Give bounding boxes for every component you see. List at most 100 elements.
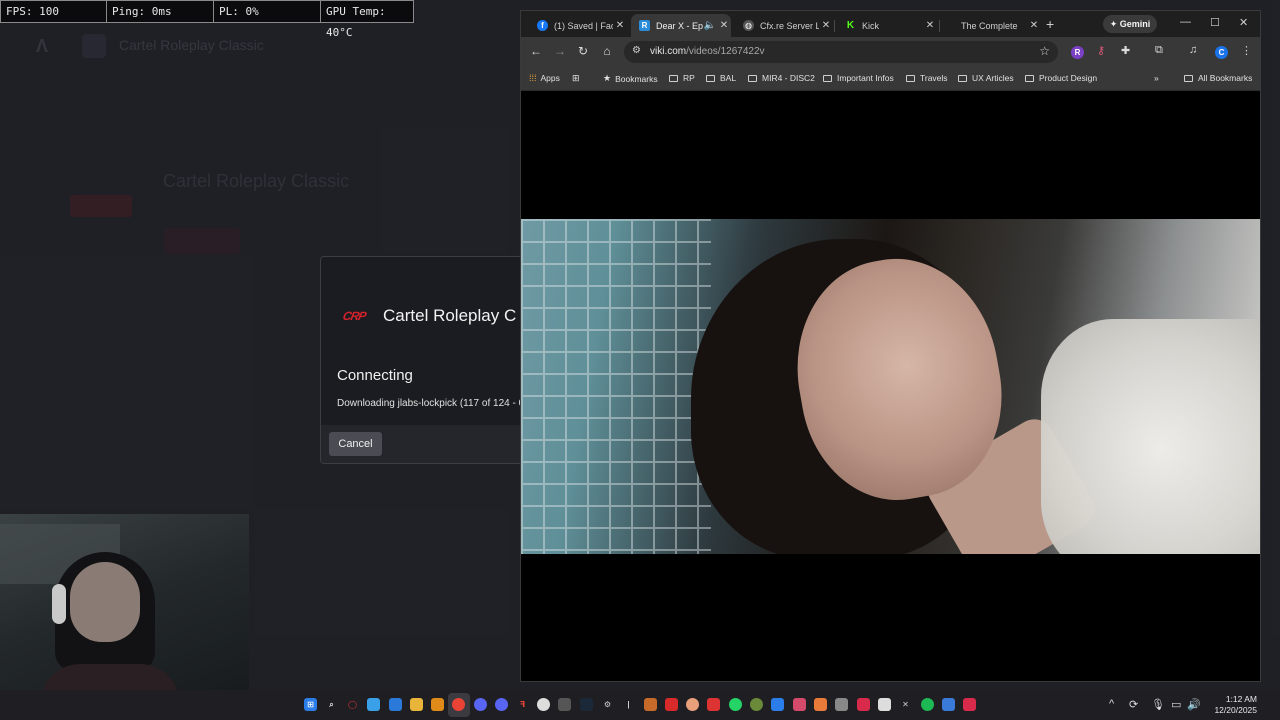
bookmark-label: BAL [720, 73, 737, 83]
bookmarks-overflow-icon[interactable]: » [1154, 73, 1159, 83]
app-pdf-icon[interactable] [644, 698, 657, 711]
extension-r-icon[interactable]: R [1071, 46, 1084, 59]
folder-icon [958, 74, 967, 82]
app-peach-icon[interactable] [686, 698, 699, 711]
app-game-icon[interactable] [707, 698, 720, 711]
sync-icon[interactable]: ⟳ [1129, 698, 1138, 711]
all-bookmarks[interactable]: All Bookmarks [1184, 73, 1252, 83]
bookmarks-bar: ⁞⁞⁞ Apps ⊞ ★ Bookmarks RP BAL MIR4 - DISC2… [521, 67, 1260, 91]
microphone-icon[interactable]: 🎙 [1151, 698, 1165, 711]
app-white-icon[interactable] [878, 698, 891, 711]
media-control-icon[interactable]: ♫ [1189, 44, 1197, 56]
app-check-icon[interactable] [963, 698, 976, 711]
site-info-icon[interactable]: ⚙ [632, 45, 641, 56]
close-tab-icon[interactable]: ✕ [1027, 20, 1041, 31]
grid-icon: ⊞ [572, 73, 580, 83]
discord-icon[interactable] [474, 698, 487, 711]
bookmark-star-icon[interactable]: ☆ [1039, 44, 1050, 58]
tab-cfx[interactable]: ◍ Cfx.re Server Li ✕ [735, 14, 833, 37]
address-bar[interactable]: ⚙ viki.com/videos/1267422v ☆ [624, 41, 1058, 63]
video-player[interactable] [521, 91, 1260, 681]
capcut-icon[interactable] [558, 698, 571, 711]
close-tab-icon[interactable]: ✕ [613, 20, 627, 31]
gemini-button[interactable]: ✦ Gemini [1103, 15, 1157, 33]
performance-overlay: FPS: 100 Ping: 0ms PL: 0% GPU Temp: 40°C [0, 0, 414, 39]
app-bar-icon[interactable]: | [622, 698, 635, 711]
close-window-icon[interactable]: ✕ [1239, 16, 1248, 29]
url-path: /videos/1267422v [686, 46, 765, 57]
profile-avatar[interactable]: C [1215, 46, 1228, 59]
app-doc-icon[interactable] [835, 698, 848, 711]
bookmark-rp[interactable]: RP [669, 73, 695, 83]
home-icon[interactable]: ⌂ [599, 44, 615, 58]
discord-ptb-icon[interactable] [495, 698, 508, 711]
network-icon[interactable]: ▭ [1171, 698, 1181, 711]
dialog-title: Cartel Roleplay C [383, 306, 517, 325]
tab-title: Cfx.re Server Li [760, 20, 819, 31]
search-icon[interactable]: ⌕ [325, 698, 338, 711]
new-tab-icon[interactable]: + [1046, 16, 1054, 32]
bookmark-travels[interactable]: Travels [906, 73, 948, 83]
file-explorer-icon[interactable] [410, 698, 423, 711]
fivem-icon[interactable]: ꟻ [516, 698, 529, 711]
bookmark-label: Apps [540, 73, 560, 83]
app-a-icon[interactable] [857, 698, 870, 711]
tab-facebook[interactable]: f (1) Saved | Face ✕ [529, 14, 627, 37]
spotify-icon[interactable] [921, 698, 934, 711]
bookmark-apps[interactable]: ⁞⁞⁞ Apps [529, 73, 560, 83]
tab-kick[interactable]: K Kick ✕ [837, 14, 937, 37]
tab-viki[interactable]: R Dear X - Ep 🔈 ✕ [631, 14, 731, 37]
speaker-icon[interactable]: 🔈 [703, 20, 717, 31]
tab-search-icon[interactable]: ⧉ [1155, 44, 1163, 57]
app-red-icon[interactable]: ◯ [346, 698, 359, 711]
apps-grid-icon: ⁞⁞⁞ [529, 73, 537, 83]
bookmark-label: MIR4 - DISC2 [762, 73, 815, 83]
reload-icon[interactable]: ↻ [575, 44, 591, 58]
steam-icon[interactable] [580, 698, 593, 711]
video-frame[interactable] [521, 219, 1260, 554]
tab-complete[interactable]: The Complete ✕ [943, 14, 1041, 37]
tab-separator [834, 20, 835, 32]
start-icon[interactable]: ⊞ [304, 698, 317, 711]
app-blue-icon[interactable] [389, 698, 402, 711]
bookmark-label: Travels [920, 73, 948, 83]
extension-key-icon[interactable]: ⚷ [1097, 44, 1105, 57]
app-x-icon[interactable]: ✕ [899, 698, 912, 711]
extensions-puzzle-icon[interactable]: ✚ [1121, 44, 1130, 57]
tab-groups-icon[interactable]: ⊞ [572, 73, 584, 84]
close-tab-icon[interactable]: ✕ [923, 20, 937, 31]
bookmark-bal[interactable]: BAL [706, 73, 736, 83]
app-red2-icon[interactable] [665, 698, 678, 711]
tab-title: Kick [862, 20, 880, 31]
system-clock[interactable]: 1:12 AM 12/20/2025 [1205, 694, 1257, 716]
back-icon[interactable]: ← [528, 44, 544, 58]
close-tab-icon[interactable]: ✕ [819, 20, 833, 31]
vscode-icon[interactable] [771, 698, 784, 711]
tray-overflow-icon[interactable]: ^ [1109, 698, 1114, 710]
app-window-icon[interactable] [942, 698, 955, 711]
bookmark-bookmarks[interactable]: ★ Bookmarks [603, 73, 658, 84]
app-bandage-icon[interactable] [814, 698, 827, 711]
chrome-icon[interactable] [452, 698, 465, 711]
obs-icon[interactable] [537, 698, 550, 711]
app-gear-icon[interactable]: ⚙ [601, 698, 614, 711]
bookmark-label: Bookmarks [615, 73, 658, 84]
minimize-icon[interactable]: — [1180, 16, 1191, 28]
app-green-icon[interactable] [750, 698, 763, 711]
tab-title: The Complete [961, 20, 1018, 31]
copilot-icon[interactable] [367, 698, 380, 711]
bookmark-mir4[interactable]: MIR4 - DISC2 [748, 73, 815, 83]
bookmark-ux-articles[interactable]: UX Articles [958, 73, 1014, 83]
app-orange-icon[interactable] [431, 698, 444, 711]
close-tab-icon[interactable]: ✕ [717, 20, 731, 31]
volume-icon[interactable]: 🔊 [1187, 698, 1201, 711]
cancel-button[interactable]: Cancel [329, 432, 382, 456]
bookmark-product-design[interactable]: Product Design [1025, 73, 1097, 83]
menu-kebab-icon[interactable]: ⋮ [1241, 44, 1252, 57]
maximize-icon[interactable]: ☐ [1210, 16, 1220, 29]
ping-readout: Ping: 0ms [107, 1, 214, 22]
whatsapp-icon[interactable] [729, 698, 742, 711]
forward-icon[interactable]: → [552, 44, 568, 58]
bookmark-important-infos[interactable]: Important Infos [823, 73, 894, 83]
app-pink-icon[interactable] [793, 698, 806, 711]
